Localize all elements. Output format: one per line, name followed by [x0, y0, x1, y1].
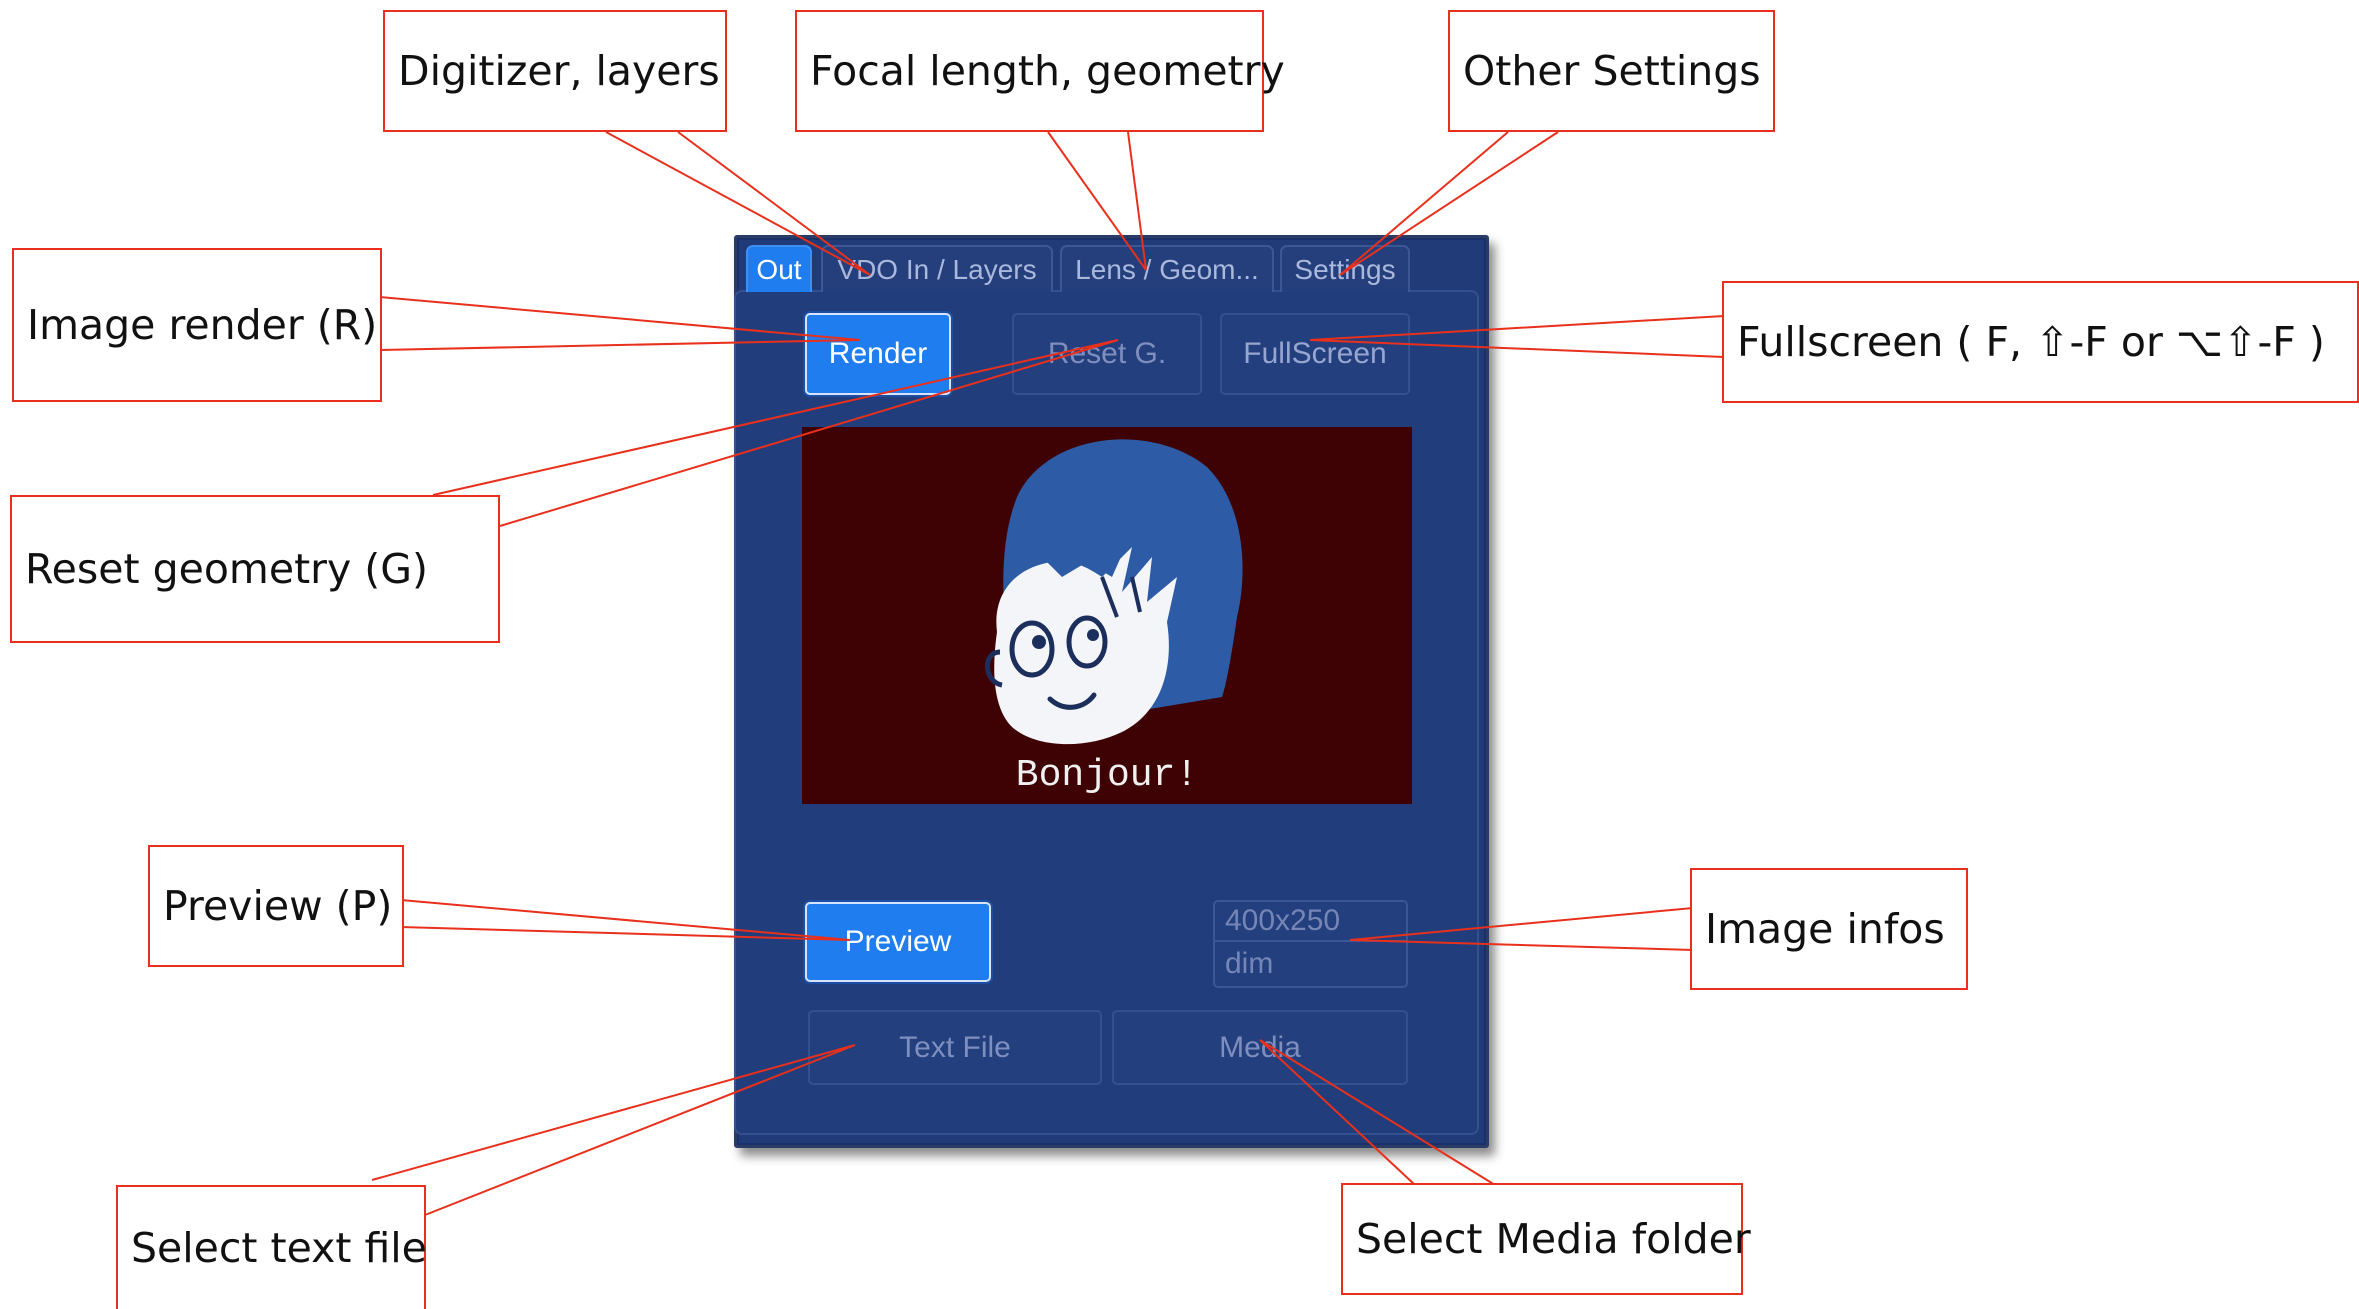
fullscreen-button[interactable]: FullScreen	[1220, 313, 1410, 395]
callout-select-media: Select Media folder	[1341, 1183, 1751, 1295]
callout-image-render: Image render (R)	[12, 248, 382, 402]
callout-other-settings-text: Other Settings	[1463, 46, 1761, 95]
callout-select-text-file-text: Select text file	[131, 1223, 427, 1272]
callout-focal-length: Focal length, geometry	[795, 10, 1285, 132]
tab-vdo-in-layers[interactable]: VDO In / Layers	[821, 245, 1053, 292]
cartoon-face-illustration: Bonjour!	[985, 439, 1243, 797]
callout-fullscreen-text: Fullscreen ( F, ⇧-F or ⌥⇧-F )	[1737, 317, 2325, 366]
tab-out[interactable]: Out	[746, 245, 812, 292]
callout-image-render-text: Image render (R)	[27, 300, 378, 349]
preview-caption: Bonjour!	[1016, 754, 1198, 797]
callout-fullscreen: Fullscreen ( F, ⇧-F or ⌥⇧-F )	[1722, 281, 2359, 403]
callout-focal-length-text: Focal length, geometry	[810, 46, 1285, 95]
image-dim-field: dim	[1213, 940, 1408, 988]
annotated-screenshot: Digitizer, layers Focal length, geometry…	[0, 0, 2359, 1309]
image-size-field: 400x250	[1213, 900, 1408, 942]
callout-image-infos: Image infos	[1690, 868, 1968, 990]
render-preview-image: Bonjour!	[802, 427, 1412, 804]
callout-preview-text: Preview (P)	[163, 881, 393, 930]
callout-reset-geometry-text: Reset geometry (G)	[25, 544, 429, 593]
tab-lens-geom[interactable]: Lens / Geom...	[1060, 245, 1274, 292]
media-button[interactable]: Media	[1112, 1010, 1408, 1085]
preview-button[interactable]: Preview	[805, 902, 991, 982]
callout-select-media-text: Select Media folder	[1356, 1214, 1751, 1263]
callout-digitizer-text: Digitizer, layers	[398, 46, 720, 95]
callout-other-settings: Other Settings	[1448, 10, 1775, 132]
callout-select-text-file: Select text file	[116, 1185, 427, 1309]
callout-image-infos-text: Image infos	[1705, 904, 1945, 953]
callout-digitizer: Digitizer, layers	[383, 10, 727, 132]
reset-geometry-button[interactable]: Reset G.	[1012, 313, 1202, 395]
callout-preview: Preview (P)	[148, 845, 404, 967]
tab-settings[interactable]: Settings	[1280, 245, 1410, 292]
callout-reset-geometry: Reset geometry (G)	[10, 495, 500, 643]
render-button[interactable]: Render	[805, 313, 951, 395]
text-file-button[interactable]: Text File	[808, 1010, 1102, 1085]
